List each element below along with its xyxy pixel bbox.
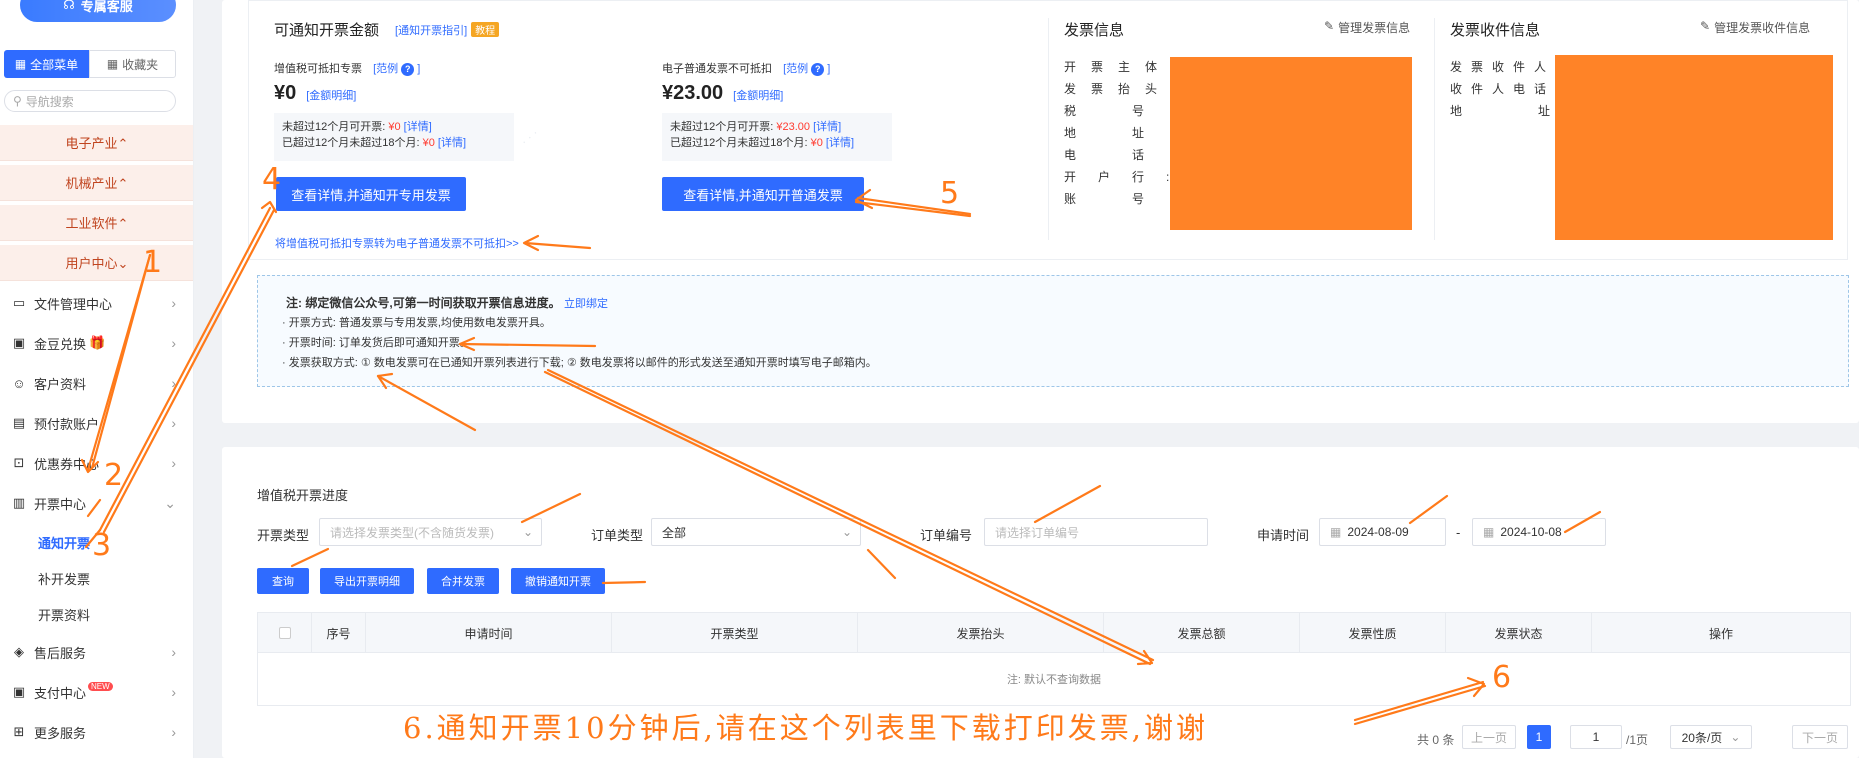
- arrow-note-retrieval: [376, 374, 477, 432]
- arrow-3b: [102, 208, 276, 534]
- arrow-note-time: [458, 342, 597, 348]
- annotation-6: 6: [1492, 660, 1512, 695]
- arrow-list-b: [546, 368, 1155, 662]
- annotation-5: 5: [940, 176, 960, 211]
- arrow-list: [543, 370, 1152, 666]
- arrow-type-b: [290, 547, 330, 568]
- arrow-1b: [90, 253, 152, 470]
- arrow-order: [866, 548, 897, 580]
- annotation-3: 3: [92, 528, 112, 563]
- arrow-3: [98, 206, 272, 532]
- arrow-date-from: [1408, 494, 1449, 525]
- page-root: ☊ 专属客服 ▦ 全部菜单 ▦ 收藏夹 ⚲ 导航搜索 电子产业⌃ 机械产业⌃ 工业软件…: [0, 0, 1859, 758]
- arrow-6: [1353, 680, 1485, 722]
- annotation-2: 2: [104, 458, 124, 493]
- arrow-6b: [1353, 684, 1487, 726]
- annotation-instruction-text: 6.通知开票10分钟后,请在这个列表里下载打印发票,谢谢: [403, 711, 1209, 745]
- annotation-4: 4: [262, 162, 282, 197]
- arrow-cancel: [601, 580, 647, 585]
- annotation-1: 1: [143, 245, 163, 280]
- arrow-type: [520, 492, 582, 524]
- arrow-date-to: [1563, 510, 1602, 534]
- arrow-head-6: [1466, 676, 1486, 698]
- arrow-2: [86, 498, 102, 518]
- annotation-arrows: [80, 188, 1602, 726]
- arrow-orderno: [1033, 484, 1102, 524]
